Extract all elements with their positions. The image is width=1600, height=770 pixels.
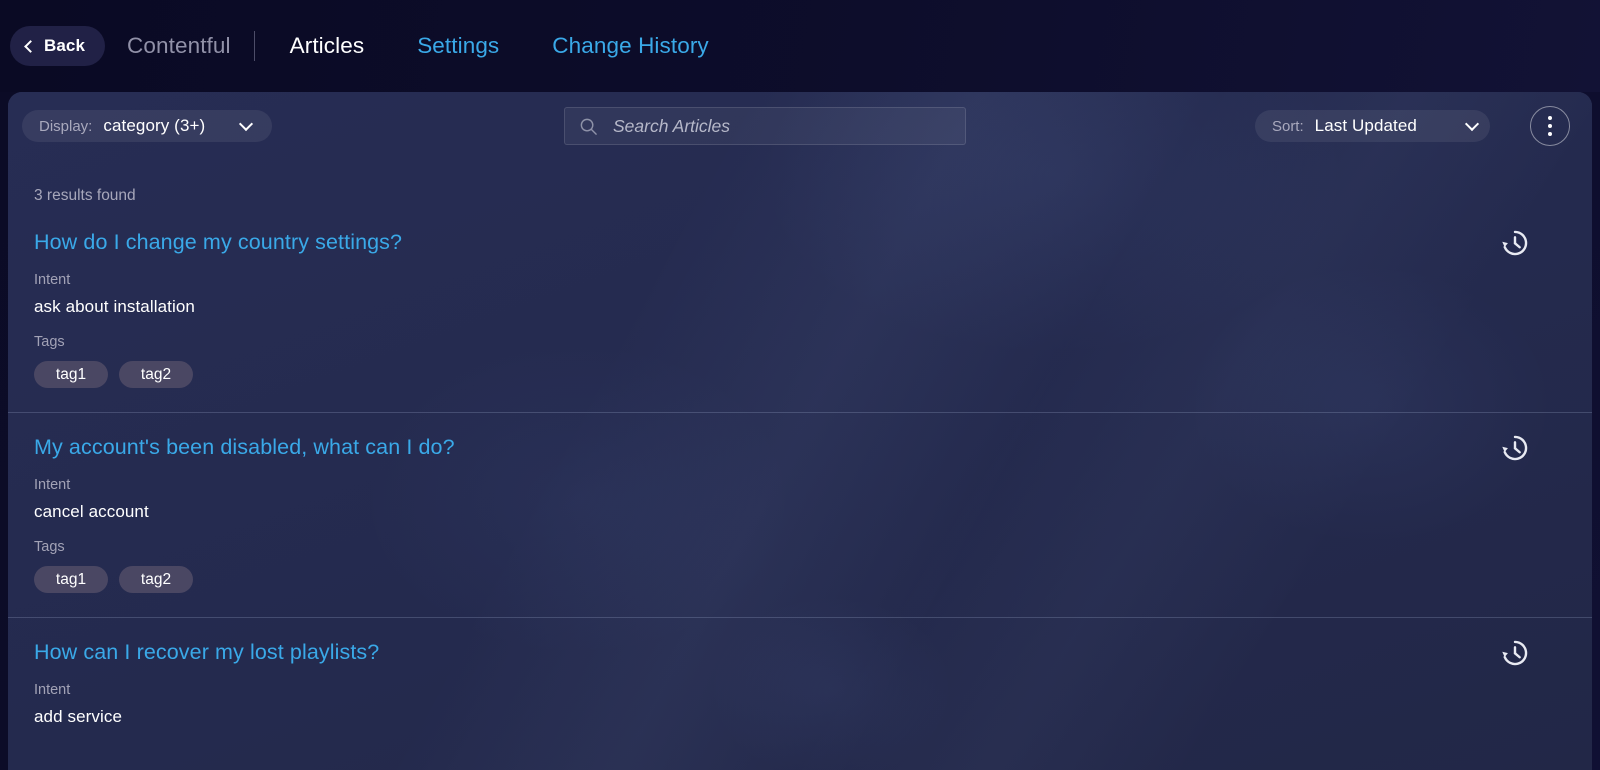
tab-settings[interactable]: Settings <box>417 33 499 59</box>
tag-chip[interactable]: tag2 <box>119 361 193 388</box>
tag-chip[interactable]: tag2 <box>119 566 193 593</box>
brand-label: Contentful <box>127 33 231 58</box>
tags-row: tag1 tag2 <box>34 361 1566 388</box>
tags-row: tag1 tag2 <box>34 566 1566 593</box>
overflow-menu-button[interactable] <box>1530 106 1570 146</box>
display-filter-value: category (3+) <box>103 116 206 135</box>
display-filter-label: Display: <box>39 117 93 135</box>
tag-chip[interactable]: tag1 <box>34 566 108 593</box>
results-count: 3 results found <box>34 187 136 204</box>
tags-label: Tags <box>34 334 65 350</box>
intent-value: ask about installation <box>34 297 195 316</box>
intent-label: Intent <box>34 682 71 698</box>
kebab-menu-icon <box>1548 132 1552 136</box>
article-history-button[interactable] <box>1498 226 1532 260</box>
back-button[interactable]: Back <box>10 26 106 66</box>
history-restore-icon <box>1502 640 1528 666</box>
search-box[interactable] <box>564 107 966 145</box>
intent-label: Intent <box>34 477 71 493</box>
top-navigation-bar: Back Contentful Articles Settings Change… <box>0 0 1600 92</box>
tags-label: Tags <box>34 539 65 555</box>
sort-label: Sort: <box>1271 117 1304 135</box>
chevron-down-icon <box>239 116 254 132</box>
sort-value: Last Updated <box>1314 116 1417 135</box>
history-restore-icon <box>1502 435 1528 461</box>
sort-select[interactable]: Sort: Last Updated <box>1254 110 1490 142</box>
nav-tabs: Articles Settings Change History <box>290 33 709 59</box>
tab-change-history[interactable]: Change History <box>552 33 708 59</box>
tag-chip[interactable]: tag1 <box>34 361 108 388</box>
kebab-menu-icon <box>1548 124 1552 128</box>
intent-value: cancel account <box>34 502 149 521</box>
article-history-button[interactable] <box>1498 431 1532 465</box>
intent-label: Intent <box>34 272 71 288</box>
display-filter-select[interactable]: Display: category (3+) <box>22 110 272 142</box>
content-panel: Display: category (3+) Sort: Last Update… <box>8 92 1592 770</box>
article-row[interactable]: How do I change my country settings? Int… <box>8 216 1592 412</box>
article-row[interactable]: My account's been disabled, what can I d… <box>8 412 1592 617</box>
article-title[interactable]: My account's been disabled, what can I d… <box>34 435 455 460</box>
article-row[interactable]: How can I recover my lost playlists? Int… <box>8 617 1592 751</box>
history-restore-icon <box>1502 230 1528 256</box>
tab-articles[interactable]: Articles <box>290 33 365 59</box>
chevron-down-icon <box>1464 116 1480 132</box>
intent-value: add service <box>34 707 123 726</box>
kebab-menu-icon <box>1548 116 1552 120</box>
nav-divider <box>253 31 255 61</box>
search-icon <box>580 118 597 135</box>
article-title[interactable]: How can I recover my lost playlists? <box>34 640 379 665</box>
articles-list: How do I change my country settings? Int… <box>8 216 1592 751</box>
back-button-label: Back <box>44 36 86 55</box>
article-title[interactable]: How do I change my country settings? <box>34 230 402 255</box>
articles-toolbar: Display: category (3+) Sort: Last Update… <box>8 92 1592 162</box>
chevron-left-icon <box>24 39 37 53</box>
search-input[interactable] <box>598 108 965 144</box>
article-history-button[interactable] <box>1498 636 1532 670</box>
